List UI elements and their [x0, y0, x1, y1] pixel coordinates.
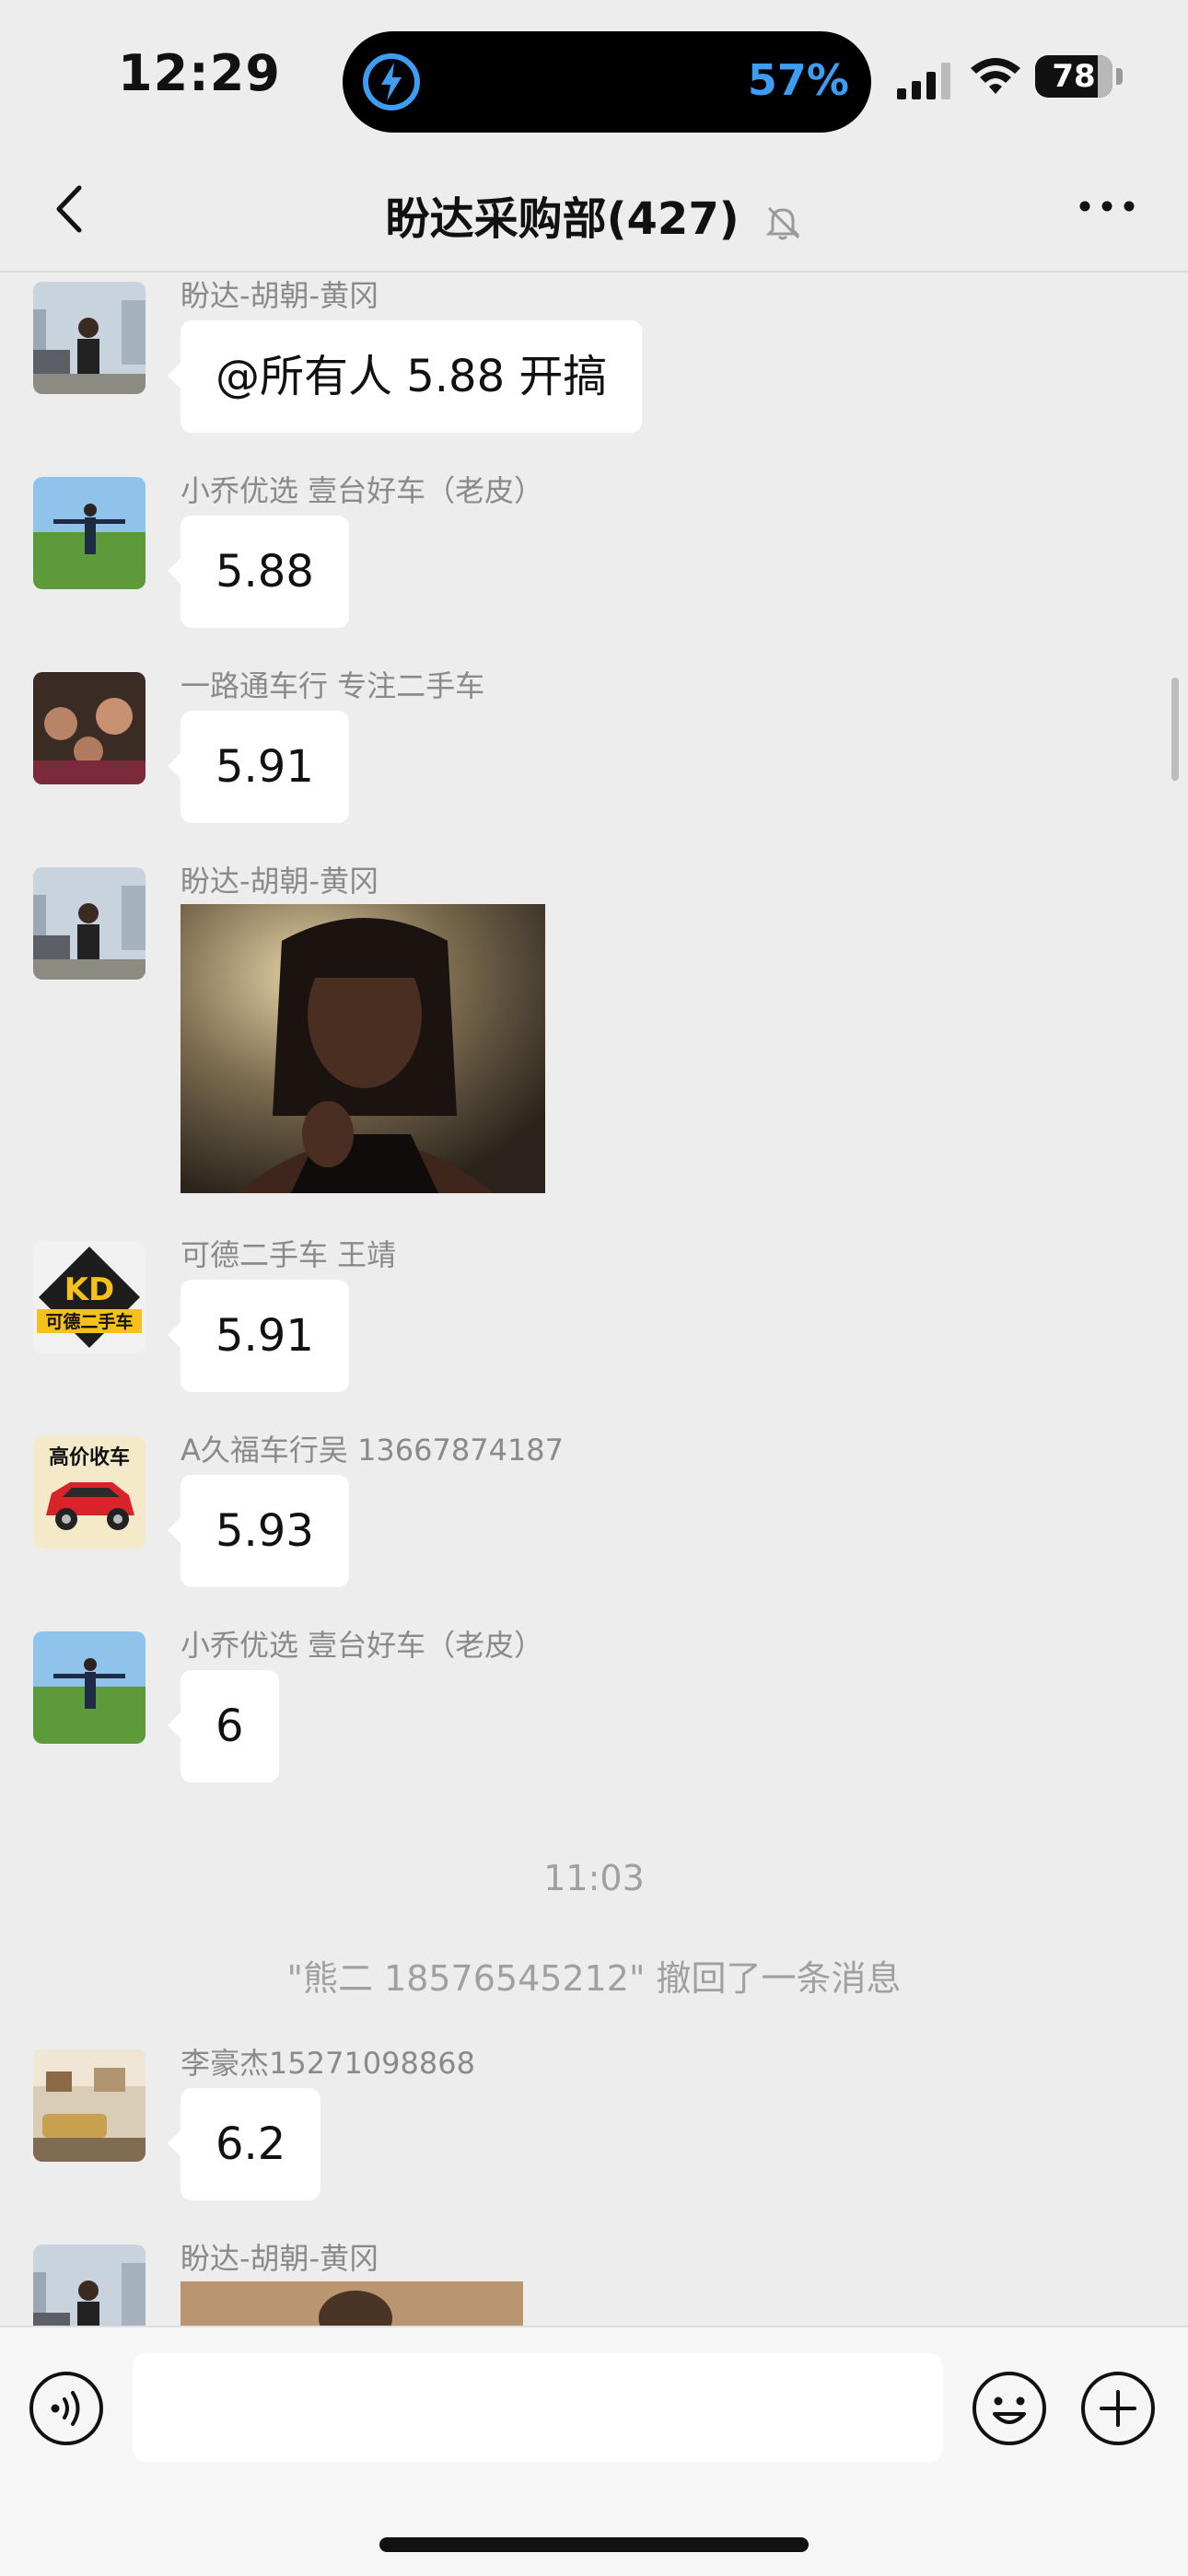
image-message[interactable] [181, 2281, 523, 2326]
ellipsis-icon[interactable] [1077, 188, 1136, 225]
charging-icon [363, 53, 420, 110]
message-bubble[interactable]: 6.2 [167, 2088, 321, 2200]
avatar[interactable] [33, 1631, 146, 1744]
status-time: 12:29 [118, 44, 281, 102]
avatar[interactable] [33, 2245, 146, 2326]
message-bubble[interactable]: 6 [168, 1670, 279, 1782]
battery-percent: 57% [747, 55, 849, 105]
chat-title-wrap[interactable]: 盼达采购部(427) [0, 182, 1188, 247]
sender-name: 李豪杰15271098868 [181, 2046, 475, 2081]
message-bubble[interactable]: 5.91 [168, 711, 349, 823]
chat-header: 盼达采购部(427) [0, 147, 1188, 273]
input-bar [0, 2326, 1188, 2576]
message-bubble[interactable]: 5.93 [168, 1475, 349, 1587]
recall-notice: "熊二 18576545212" 撤回了一条消息 [286, 1958, 902, 1999]
voice-icon[interactable] [28, 2370, 105, 2447]
kd-logo-text: KD [64, 1271, 115, 1308]
dynamic-island: 57% [343, 31, 871, 133]
sender-name: A久福车行吴 13667874187 [181, 1433, 565, 1468]
avatar[interactable] [33, 2049, 146, 2162]
avatar[interactable] [33, 867, 146, 980]
sender-name: 小乔优选 壹台好车（老皮） [181, 1628, 544, 1663]
bell-slash-icon [765, 206, 801, 240]
sender-name: 小乔优选 壹台好车（老皮） [181, 473, 544, 508]
sender-name: 可德二手车 王靖 [181, 1237, 397, 1272]
kd-logo-subtext: 可德二手车 [45, 1311, 133, 1332]
plus-circle-icon[interactable] [1079, 2370, 1157, 2447]
avatar[interactable] [33, 672, 146, 784]
chat-messages[interactable]: 盼达-胡朝-黄冈 @所有人 5.88 开搞 小乔优选 壹台好车（老皮） 5.88… [0, 273, 1188, 2326]
status-bar: 12:29 57% 78 [0, 0, 1188, 147]
avatar[interactable] [33, 282, 146, 394]
car-logo-text: 高价收车 [49, 1445, 130, 1469]
avatar-kd-logo[interactable]: KD 可德二手车 [33, 1241, 146, 1353]
avatar-car-logo[interactable]: 高价收车 [33, 1436, 146, 1549]
sender-name: 盼达-胡朝-黄冈 [181, 864, 379, 899]
message-input[interactable] [133, 2353, 943, 2462]
image-message[interactable] [181, 904, 545, 1193]
signal-icon [897, 63, 950, 99]
sender-name: 一路通车行 专注二手车 [181, 668, 485, 703]
sender-name: 盼达-胡朝-黄冈 [181, 2241, 379, 2276]
message-bubble[interactable]: 5.88 [168, 516, 349, 628]
home-indicator[interactable] [379, 2537, 809, 2552]
chat-title: 盼达采购部(427) [385, 193, 740, 245]
scrollbar[interactable] [1171, 678, 1179, 781]
battery-icon: 78 [1035, 55, 1124, 98]
smiley-icon[interactable] [971, 2370, 1048, 2447]
battery-level: 78 [1052, 58, 1096, 95]
message-bubble[interactable]: 5.91 [168, 1280, 349, 1392]
wifi-icon [971, 58, 1020, 94]
time-divider: 11:03 [543, 1858, 645, 1898]
avatar[interactable] [33, 477, 146, 589]
message-bubble[interactable]: @所有人 5.88 开搞 [167, 320, 643, 433]
sender-name: 盼达-胡朝-黄冈 [181, 278, 379, 313]
